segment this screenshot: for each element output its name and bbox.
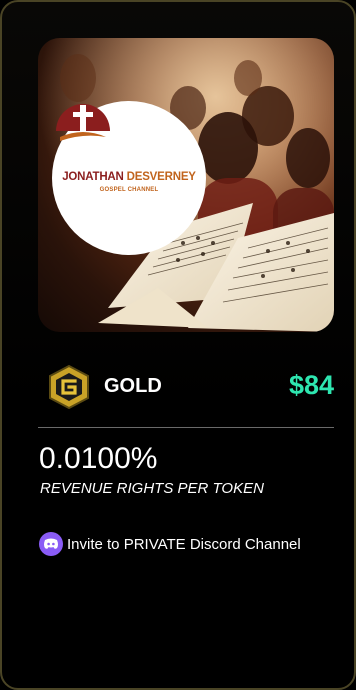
tier-card[interactable]: JONATHAN DESVERNEY GOSPEL CHANNEL GOLD $…: [0, 0, 356, 690]
tier-price: $84: [288, 370, 334, 400]
revenue-rights-label: REVENUE RIGHTS PER TOKEN: [40, 480, 264, 497]
logo-subtitle: GOSPEL CHANNEL: [99, 187, 159, 193]
gold-coin-icon: [49, 364, 89, 410]
perk-item: Invite to PRIVATE Discord Channel: [39, 532, 301, 556]
channel-logo: JONATHAN DESVERNEY GOSPEL CHANNEL: [52, 101, 206, 255]
discord-icon: [39, 532, 63, 556]
tier-header: GOLD $84: [38, 362, 334, 412]
logo-wordmark: JONATHAN DESVERNEY: [62, 171, 196, 183]
tier-name: GOLD: [104, 375, 162, 397]
cross-emblem-icon: [56, 104, 110, 141]
revenue-rights-value: 0.0100%: [39, 442, 158, 475]
divider: [38, 427, 334, 428]
hero-image: JONATHAN DESVERNEY GOSPEL CHANNEL: [38, 38, 334, 332]
perk-text: Invite to PRIVATE Discord Channel: [67, 535, 301, 553]
